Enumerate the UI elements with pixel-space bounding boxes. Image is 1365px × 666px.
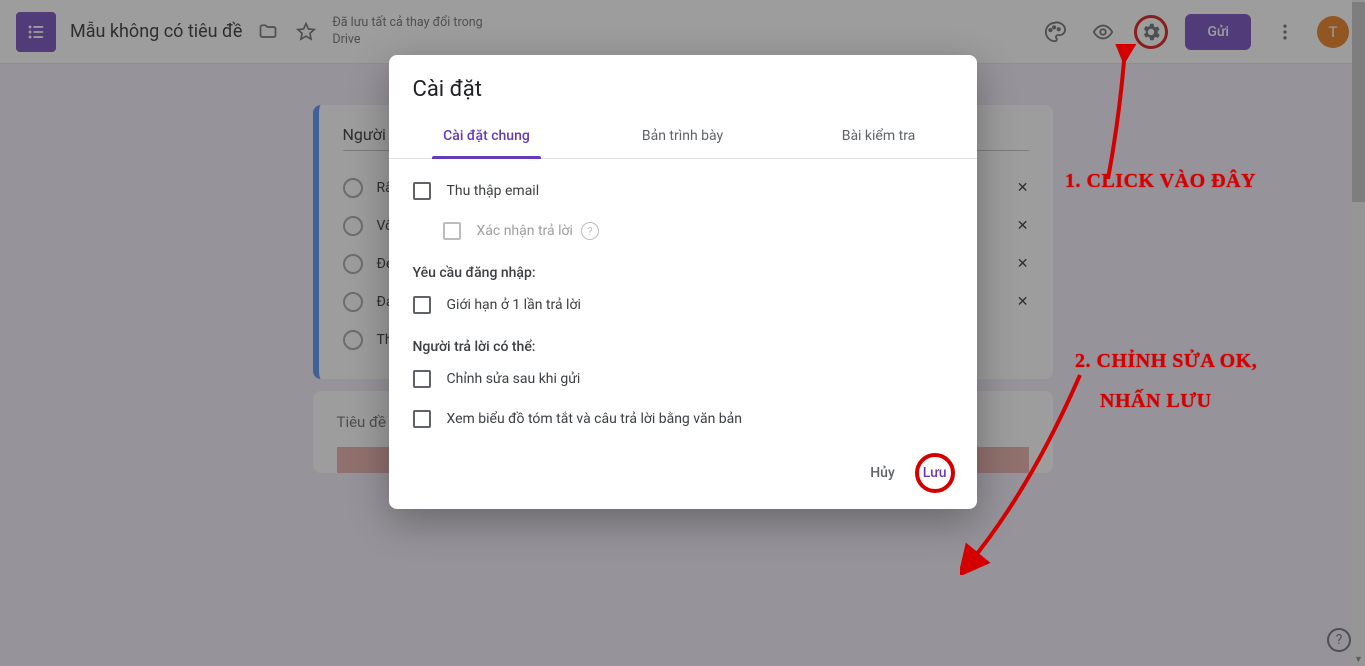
save-highlight-circle xyxy=(915,453,955,493)
checkbox-icon[interactable] xyxy=(413,370,431,388)
respondent-section-label: Người trả lời có thể: xyxy=(413,325,953,359)
tab-quiz[interactable]: Bài kiểm tra xyxy=(781,114,977,158)
confirm-response-label: Xác nhận trả lời xyxy=(477,223,573,239)
annotation-step1: 1. CLICK VÀO ĐÂY xyxy=(1065,170,1256,193)
annotation-step2b: NHẤN LƯU xyxy=(1100,390,1212,413)
arrow-2 xyxy=(960,370,1090,575)
arrow-1 xyxy=(1100,44,1140,189)
checkbox-icon[interactable] xyxy=(413,182,431,200)
view-summary-label: Xem biểu đồ tóm tắt và câu trả lời bằng … xyxy=(447,411,742,427)
save-button[interactable]: Lưu xyxy=(913,457,957,489)
limit-one-label: Giới hạn ở 1 lần trả lời xyxy=(447,297,581,313)
login-section-label: Yêu cầu đăng nhập: xyxy=(413,251,953,285)
tab-presentation[interactable]: Bản trình bày xyxy=(585,114,781,158)
cancel-button[interactable]: Hủy xyxy=(860,457,905,489)
settings-dialog: Cài đặt Cài đặt chung Bản trình bày Bài … xyxy=(389,55,977,509)
collect-email-row[interactable]: Thu thập email xyxy=(413,171,953,211)
dialog-tabs: Cài đặt chung Bản trình bày Bài kiểm tra xyxy=(389,114,977,159)
checkbox-icon[interactable] xyxy=(413,410,431,428)
checkbox-icon[interactable] xyxy=(413,296,431,314)
edit-after-row[interactable]: Chỉnh sửa sau khi gửi xyxy=(413,359,953,399)
help-icon[interactable]: ? xyxy=(581,222,599,240)
edit-after-label: Chỉnh sửa sau khi gửi xyxy=(447,371,581,387)
dialog-title: Cài đặt xyxy=(389,55,977,114)
collect-email-label: Thu thập email xyxy=(447,183,540,199)
checkbox-icon xyxy=(443,222,461,240)
tab-general[interactable]: Cài đặt chung xyxy=(389,114,585,158)
confirm-response-row: Xác nhận trả lời ? xyxy=(413,211,953,251)
view-summary-row[interactable]: Xem biểu đồ tóm tắt và câu trả lời bằng … xyxy=(413,399,953,439)
annotation-step2a: 2. CHỈNH SỬA OK, xyxy=(1075,350,1257,373)
limit-one-row[interactable]: Giới hạn ở 1 lần trả lời xyxy=(413,285,953,325)
